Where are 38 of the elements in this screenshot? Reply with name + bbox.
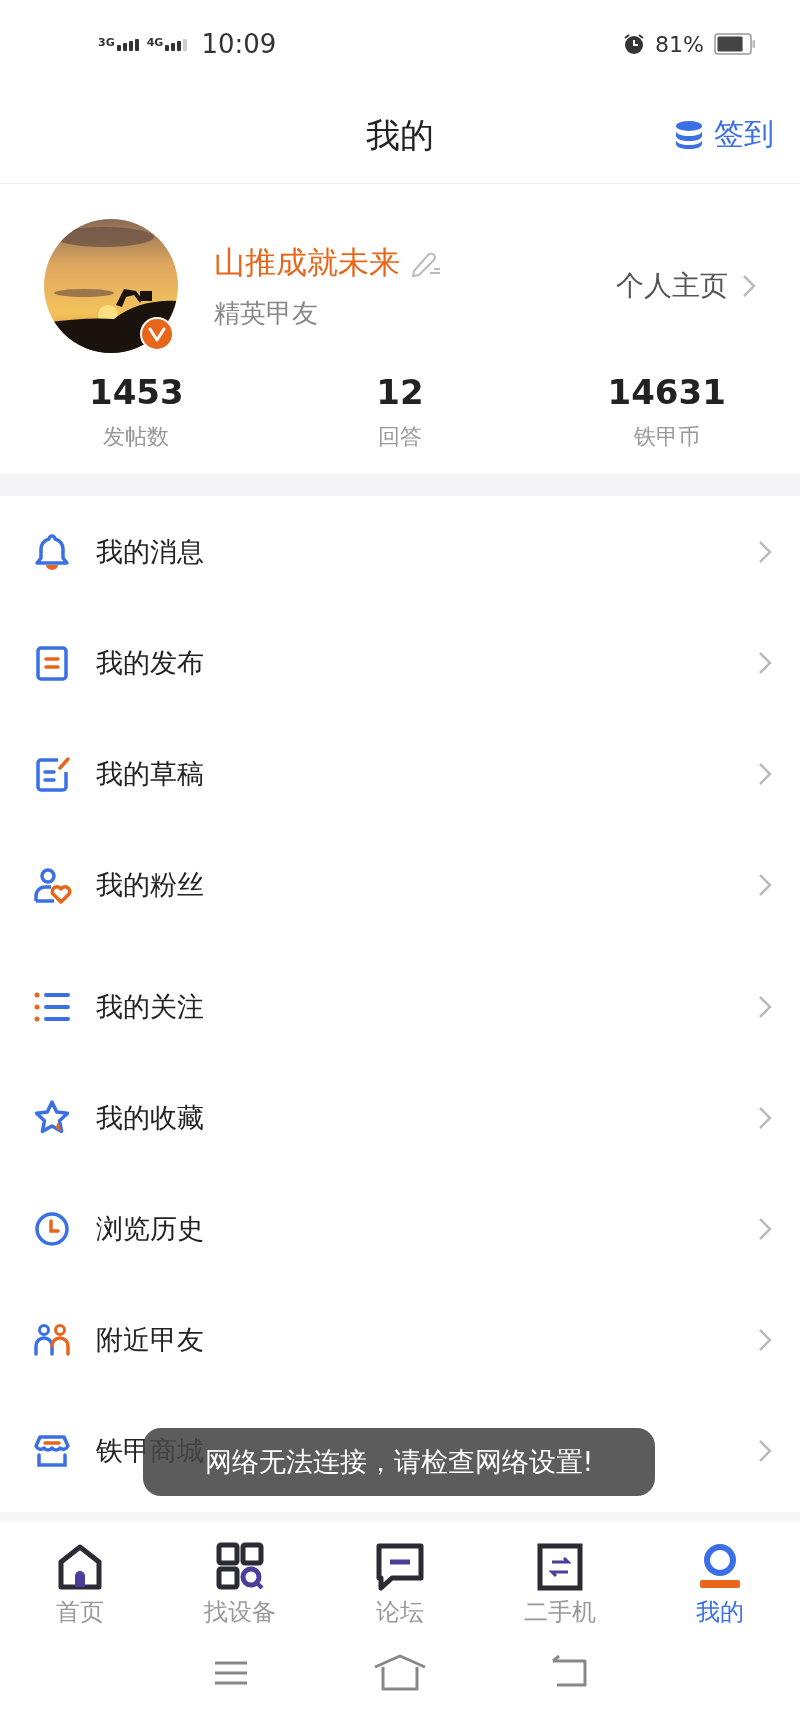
bell-icon [32,531,72,572]
network-type: 4G [146,37,164,48]
chevron-icon [758,650,772,675]
chevron-icon [758,1438,772,1463]
home-icon [56,1542,104,1592]
grid-search-icon [216,1542,264,1592]
signal-icon [116,37,141,51]
chevron-icon [758,1105,772,1130]
chevron-icon [758,761,772,786]
tab-item[interactable]: 我的 [640,1542,800,1632]
alarm-icon [623,33,646,55]
home-icon[interactable] [373,1653,427,1693]
verified-badge-icon [140,317,174,351]
clock-time: 10:09 [201,29,277,59]
signal-icon [165,37,190,51]
stat-value: 1453 [89,372,184,412]
chevron-icon [742,274,756,298]
chevron-icon [758,1327,772,1352]
battery-icon [714,33,756,55]
coins-icon [674,119,704,150]
user-level: 精英甲友 [214,296,319,330]
stat-label: 回答 [378,423,422,451]
stat-label: 发帖数 [103,423,170,451]
checkin-button[interactable]: 签到 [674,114,774,155]
chevron-icon [758,539,772,564]
exchange-icon [536,1542,584,1592]
chevron-icon [758,1216,772,1241]
chevron-icon [758,994,772,1019]
homepage-link[interactable]: 个人主页 [616,267,756,305]
battery-percent: 81% [655,31,704,57]
stat-value: 12 [376,372,424,412]
chevron-icon [758,872,772,897]
page-title: 我的 [366,113,434,157]
stat-label: 铁甲币 [633,423,700,451]
stat-value: 14631 [607,372,726,412]
user-name: 山推成就未来 [214,242,400,282]
network-type: 3G [98,37,115,48]
chat-icon [376,1542,424,1592]
